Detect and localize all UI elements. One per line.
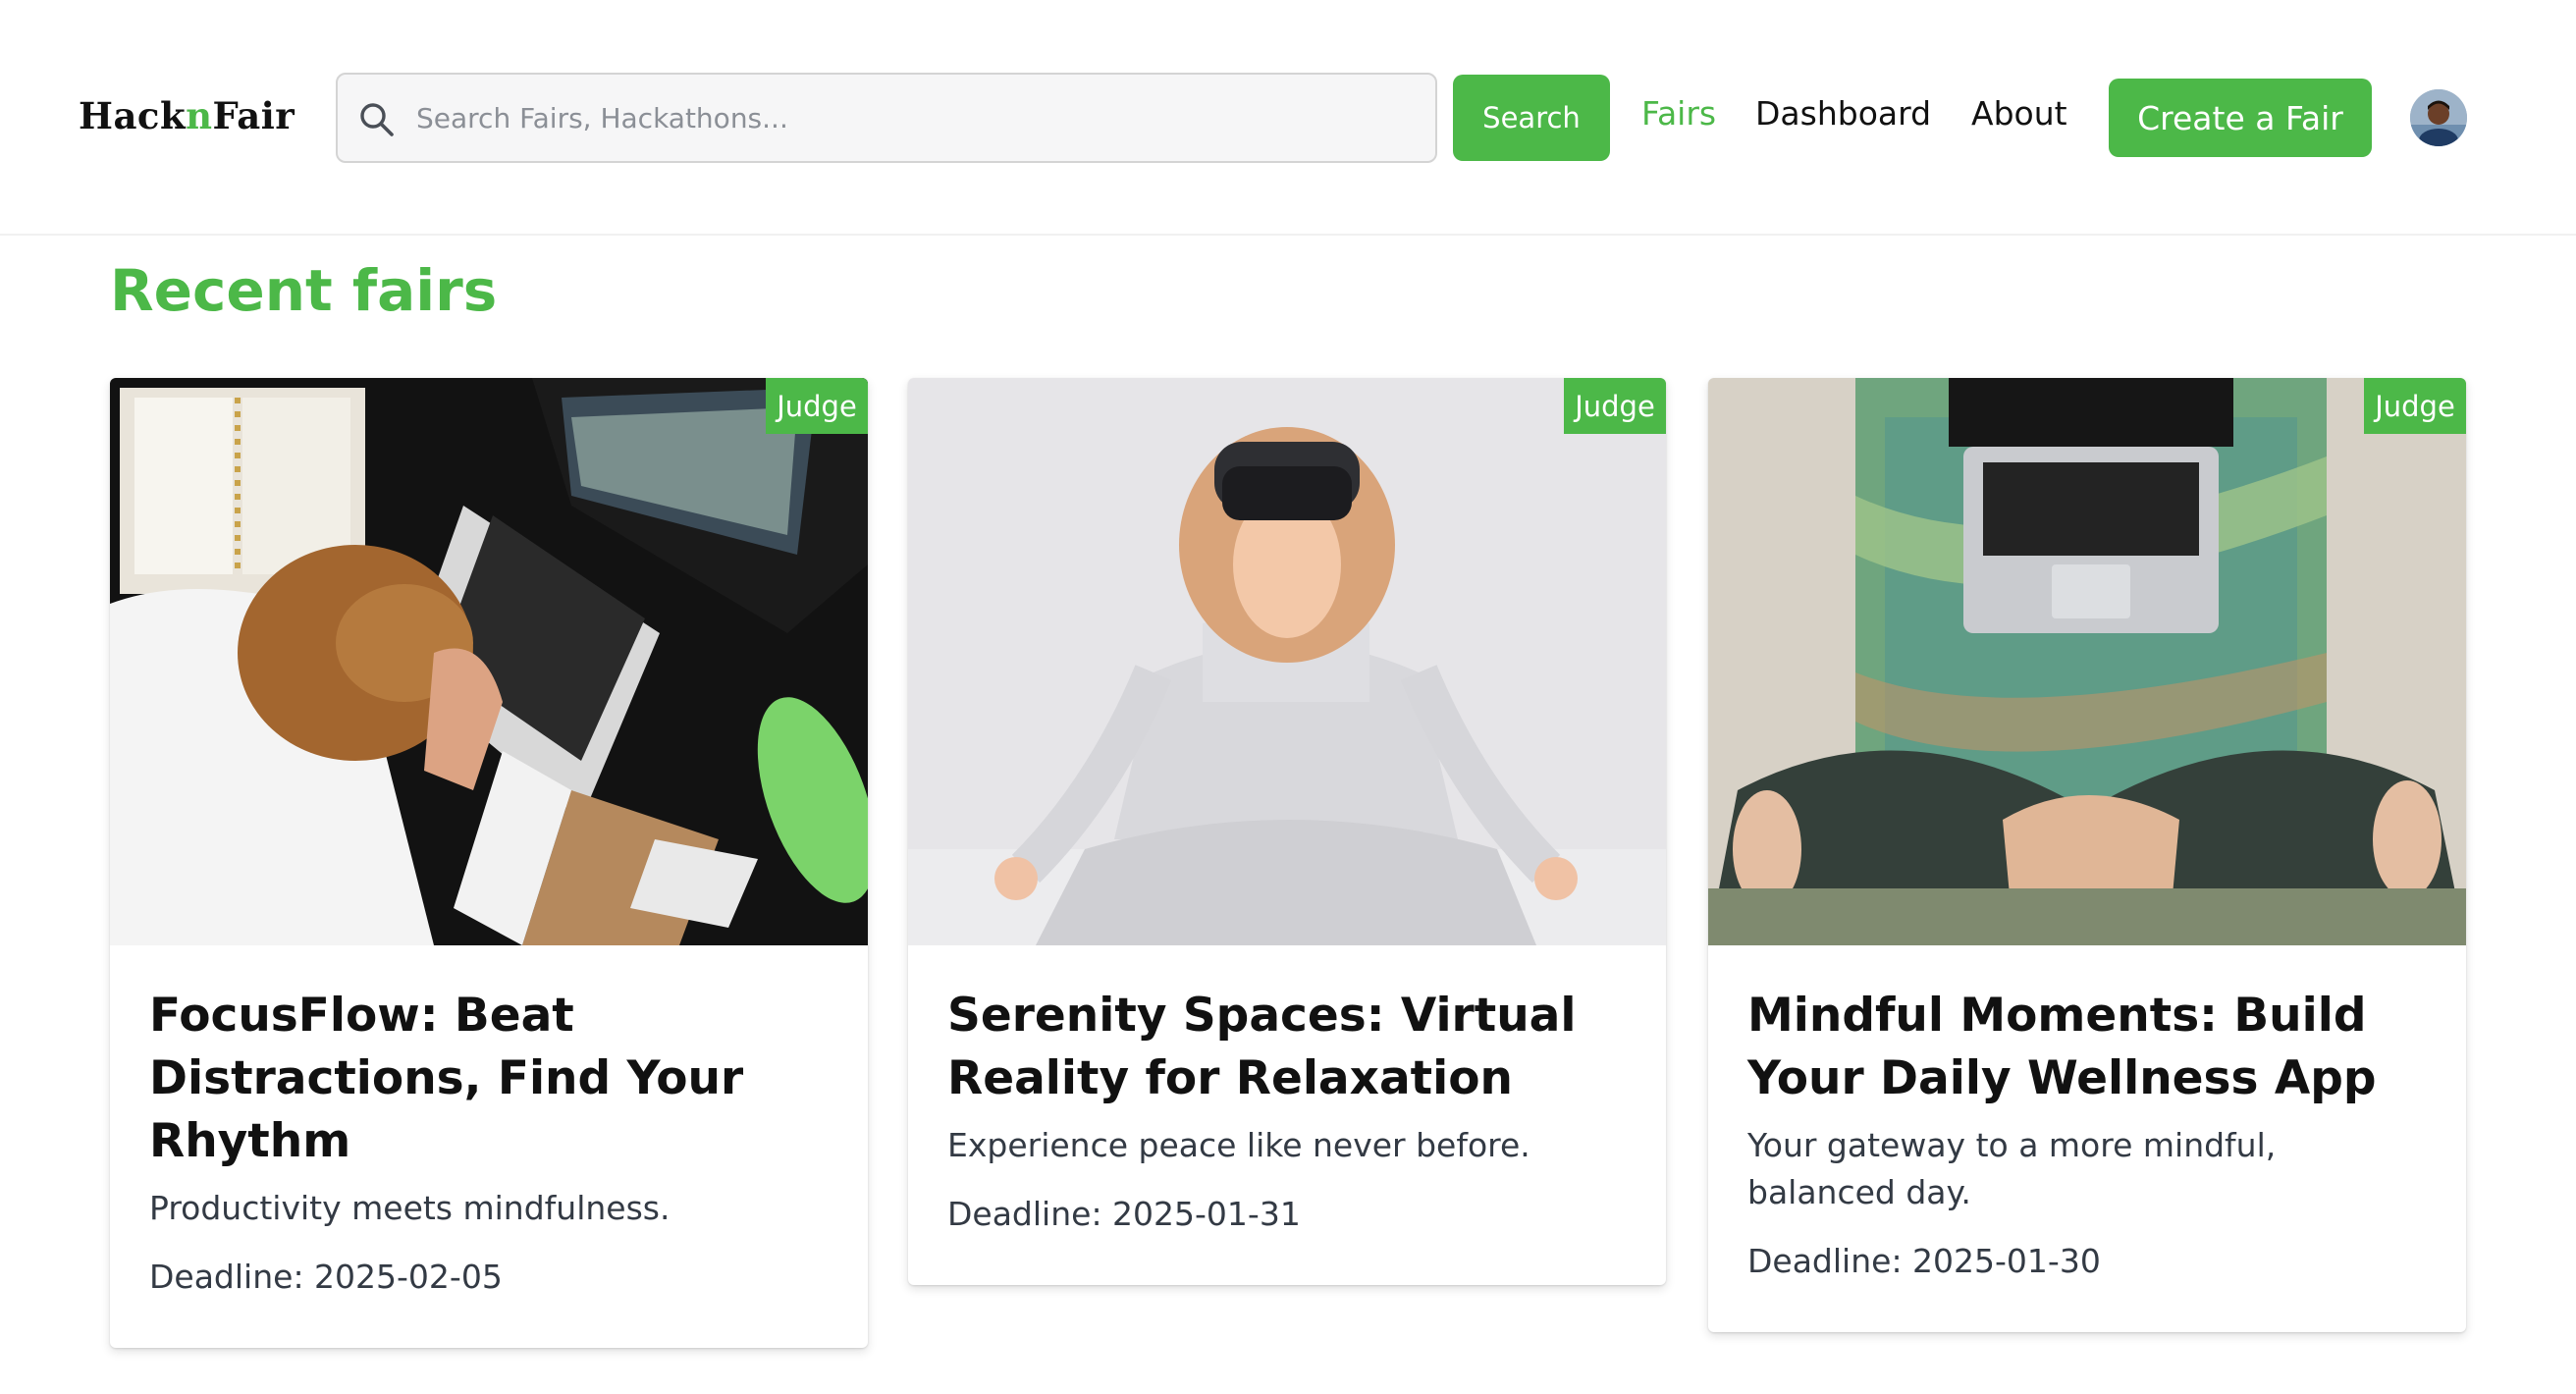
fair-card-title[interactable]: Mindful Moments: Build Your Daily Wellne… (1747, 985, 2427, 1110)
search-button[interactable]: Search (1453, 75, 1610, 161)
fair-card-title[interactable]: FocusFlow: Beat Distractions, Find Your … (149, 985, 829, 1173)
user-avatar[interactable] (2410, 89, 2467, 146)
fair-card-image: Judge (1708, 378, 2466, 945)
section-title: Recent fairs (110, 257, 498, 324)
fair-card-description: Productivity meets mindfulness. (149, 1189, 671, 1227)
search-box (336, 73, 1437, 163)
brand-logo[interactable]: HacknFair (79, 94, 295, 137)
avatar-image (2410, 89, 2467, 146)
fair-card-image: Judge (908, 378, 1666, 945)
logo-part-3: Fair (212, 94, 295, 137)
create-fair-button[interactable]: Create a Fair (2109, 79, 2372, 157)
fair-card-description: Your gateway to a more mindful, balanced… (1747, 1126, 2277, 1211)
fair-card-deadline: Deadline: 2025-01-31 (947, 1195, 1301, 1233)
top-navbar: HacknFair Search Fairs Dashboard About C… (0, 0, 2576, 236)
fair-card-image: Judge (110, 378, 868, 945)
fair-card-body: Mindful Moments: Build Your Daily Wellne… (1708, 945, 2466, 1332)
logo-part-2: n (186, 94, 213, 137)
fair-card-deadline: Deadline: 2025-01-30 (1747, 1242, 2101, 1280)
fair-card-description: Experience peace like never before. (947, 1126, 1530, 1164)
search-input[interactable] (416, 75, 1418, 161)
logo-part-1: Hack (79, 94, 187, 137)
nav-dashboard-link[interactable]: Dashboard (1755, 94, 1931, 133)
role-badge: Judge (1564, 378, 1666, 434)
fair-card-deadline: Deadline: 2025-02-05 (149, 1258, 503, 1296)
role-badge: Judge (766, 378, 868, 434)
nav-about-link[interactable]: About (1971, 94, 2067, 133)
nav-fairs-link[interactable]: Fairs (1641, 94, 1716, 133)
fair-card[interactable]: Judge Mindful Moments: Build Your Daily … (1708, 378, 2466, 1332)
role-badge: Judge (2364, 378, 2466, 434)
fair-card-title[interactable]: Serenity Spaces: Virtual Reality for Rel… (947, 985, 1627, 1110)
fair-card-body: FocusFlow: Beat Distractions, Find Your … (110, 945, 868, 1348)
fair-card-body: Serenity Spaces: Virtual Reality for Rel… (908, 945, 1666, 1285)
fair-card[interactable]: Judge FocusFlow: Beat Distractions, Find… (110, 378, 868, 1348)
search-icon (360, 103, 394, 136)
fair-card[interactable]: Judge Serenity Spaces: Virtual Reality f… (908, 378, 1666, 1285)
